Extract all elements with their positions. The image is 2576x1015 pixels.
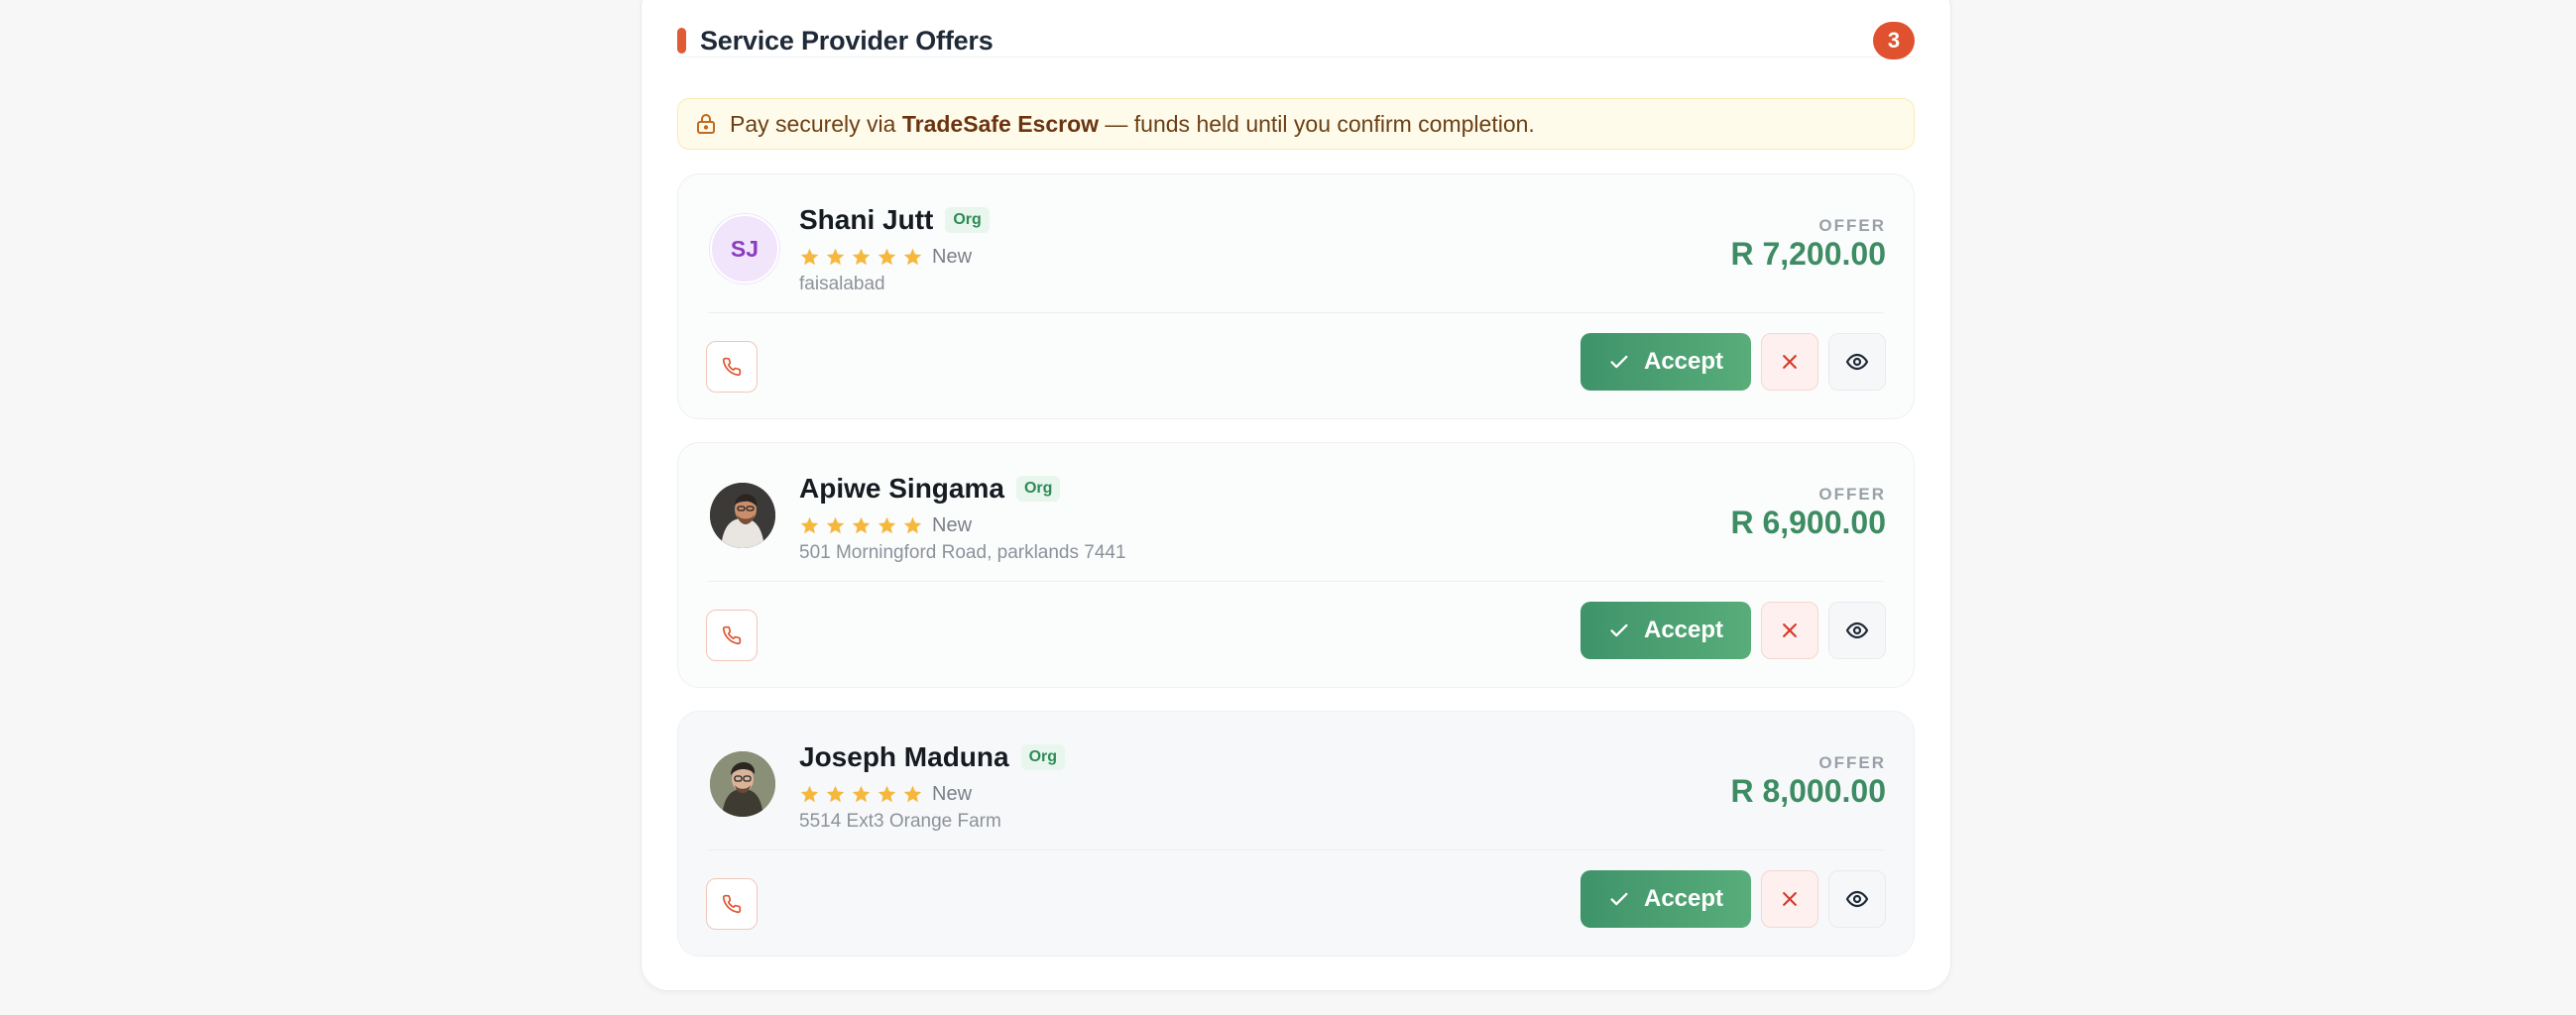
star-icon [903,248,922,266]
reject-button[interactable] [1761,870,1818,928]
accept-label: Accept [1643,885,1724,912]
provider-location: 501 Morningford Road, parklands 7441 [799,542,1126,563]
rating-stars: New [799,783,972,806]
check-icon [1610,623,1628,637]
offer-price: R 8,000.00 [1730,773,1886,809]
org-badge: Org [1020,744,1066,770]
call-button[interactable] [706,341,758,393]
notice-prefix: Pay securely via [730,110,902,137]
reject-button[interactable] [1761,333,1818,391]
offer-count-badge: 3 [1873,22,1915,59]
accept-button[interactable]: Accept [1581,333,1751,391]
provider-name: Shani Jutt [799,204,934,235]
accept-button[interactable]: Accept [1581,870,1751,928]
close-icon [1783,892,1797,906]
star-icon [903,785,922,803]
rating-stars: New [799,246,972,269]
star-icon [852,248,871,266]
offer-card: Joseph Maduna Org New 5514 Ext3 Orange F… [677,711,1915,957]
star-icon [852,785,871,803]
star-icon [878,248,896,266]
offers-panel: Service Provider Offers 3 Pay securely v… [641,0,1951,991]
offer-label: OFFER [1818,485,1886,504]
close-icon [1783,355,1797,369]
view-button[interactable] [1828,333,1886,391]
star-icon [800,516,819,534]
notice-brand: TradeSafe Escrow [901,110,1100,137]
offer-label: OFFER [1818,753,1886,772]
lock-icon [697,114,715,134]
divider [708,581,1884,582]
org-badge: Org [945,207,990,233]
provider-name: Apiwe Singama [799,473,1004,504]
star-icon [826,516,845,534]
panel-header: Service Provider Offers 3 [677,1,1915,59]
accept-label: Accept [1643,617,1724,643]
rating-stars: New [799,514,972,537]
provider-location: faisalabad [799,274,885,294]
eye-icon [1845,890,1869,908]
rating-label: New [932,783,973,805]
panel-title: Service Provider Offers [700,25,994,56]
accept-label: Accept [1643,348,1724,375]
view-button[interactable] [1828,602,1886,659]
eye-icon [1845,621,1869,639]
reject-button[interactable] [1761,602,1818,659]
offer-price: R 6,900.00 [1730,505,1886,540]
star-icon [903,516,922,534]
star-icon [800,248,819,266]
divider [708,849,1884,850]
phone-icon [722,894,742,914]
call-button[interactable] [706,878,758,930]
notice-suffix: — funds held until you confirm completio… [1099,110,1535,137]
rating-label: New [932,514,973,536]
star-icon [878,516,896,534]
offer-card: Apiwe Singama Org New 501 Morningford Ro… [677,442,1915,688]
person-photo-icon [710,483,775,548]
phone-icon [722,357,742,377]
avatar [710,751,775,817]
phone-icon [722,625,742,645]
star-icon [826,248,845,266]
provider-location: 5514 Ext3 Orange Farm [799,811,1001,832]
divider [708,312,1884,313]
org-badge: Org [1015,476,1061,502]
eye-icon [1845,353,1869,371]
call-button[interactable] [706,610,758,661]
rating-label: New [932,246,973,268]
close-icon [1783,623,1797,637]
star-icon [852,516,871,534]
offer-label: OFFER [1818,216,1886,235]
check-icon [1610,355,1628,369]
accept-button[interactable]: Accept [1581,602,1751,659]
view-button[interactable] [1828,870,1886,928]
star-icon [826,785,845,803]
person-photo-icon [710,751,775,817]
star-icon [800,785,819,803]
provider-name: Joseph Maduna [799,741,1009,772]
star-icon [878,785,896,803]
avatar [710,483,775,548]
avatar: SJ [710,214,779,283]
escrow-notice: Pay securely via TradeSafe Escrow — fund… [677,98,1915,150]
offer-price: R 7,200.00 [1730,236,1886,272]
accent-bar [677,28,686,54]
offer-card: SJ Shani Jutt Org New faisalabad OFFER R… [677,173,1915,419]
check-icon [1610,892,1628,906]
